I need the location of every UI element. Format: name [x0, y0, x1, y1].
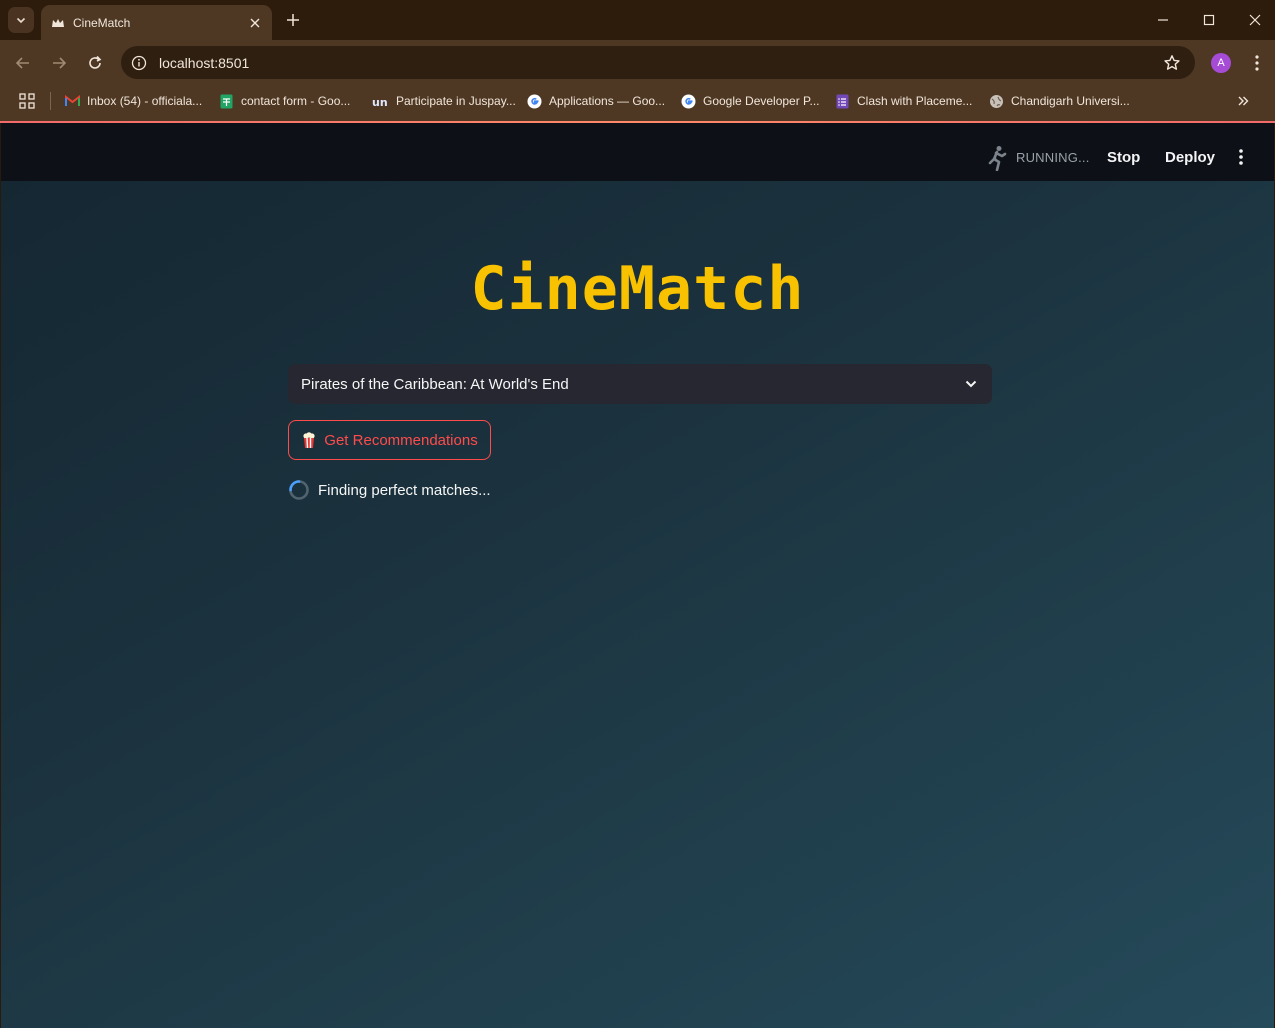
back-button[interactable]	[11, 51, 35, 75]
double-chevron-right-icon	[1238, 96, 1249, 106]
app-viewport: RUNNING... Stop Deploy CineMatch Pirates…	[1, 123, 1274, 1028]
bookmark-label: Inbox (54) - officiala...	[87, 94, 203, 108]
bookmark-chandigarh-university[interactable]: Chandigarh Universi...	[989, 91, 1130, 111]
popcorn-icon	[301, 431, 317, 449]
google-icon	[681, 94, 696, 109]
unstop-icon: un	[372, 94, 389, 109]
bookmark-label: Applications — Goo...	[549, 94, 666, 108]
stop-button[interactable]: Stop	[1107, 149, 1140, 166]
plus-icon	[287, 14, 299, 26]
forward-button[interactable]	[47, 51, 71, 75]
bookmark-label: Chandigarh Universi...	[1011, 94, 1130, 108]
movie-selectbox[interactable]: Pirates of the Caribbean: At World's End	[288, 364, 992, 404]
maximize-icon	[1203, 14, 1215, 26]
app-header: RUNNING... Stop Deploy	[1, 123, 1274, 181]
chevron-down-icon[interactable]	[963, 376, 979, 392]
more-vertical-icon	[1239, 149, 1243, 165]
browser-menu-button[interactable]	[1247, 52, 1267, 74]
svg-text:un: un	[372, 96, 388, 108]
arrow-left-icon	[15, 57, 29, 69]
google-sheets-icon	[219, 94, 234, 109]
bookmark-label: Clash with Placeme...	[857, 94, 973, 108]
address-bar[interactable]: localhost:8501	[121, 46, 1195, 79]
button-label: Get Recommendations	[324, 431, 478, 449]
loading-indicator: Finding perfect matches...	[288, 478, 491, 502]
running-status: RUNNING...	[1016, 150, 1090, 165]
bookmark-google-developer[interactable]: Google Developer P...	[681, 91, 820, 111]
browser-toolbar: localhost:8501 A	[0, 40, 1275, 85]
app-menu-button[interactable]	[1232, 147, 1250, 167]
tab-strip: CineMatch	[0, 0, 1275, 40]
bookmark-applications[interactable]: Applications — Goo...	[527, 91, 665, 111]
bookmarks-divider	[50, 92, 51, 110]
bookmark-clash-with-placement[interactable]: Clash with Placeme...	[835, 91, 972, 111]
close-window-button[interactable]	[1244, 9, 1266, 31]
bookmark-contact-form[interactable]: contact form - Goo...	[219, 91, 350, 111]
bookmark-label: Participate in Juspay...	[396, 94, 516, 108]
browser-tab[interactable]: CineMatch	[41, 5, 272, 40]
bookmark-label: Google Developer P...	[703, 94, 820, 108]
arrow-right-icon	[53, 57, 67, 69]
minimize-button[interactable]	[1152, 9, 1174, 31]
gmail-icon	[65, 94, 80, 109]
google-icon	[527, 94, 542, 109]
more-bookmarks-button[interactable]	[1233, 90, 1253, 112]
get-recommendations-button[interactable]: Get Recommendations	[288, 420, 491, 460]
profile-avatar[interactable]: A	[1211, 53, 1231, 73]
google-forms-icon	[835, 94, 850, 109]
more-vertical-icon	[1255, 55, 1259, 71]
apps-grid-icon[interactable]	[18, 92, 36, 110]
star-icon[interactable]	[1161, 52, 1183, 74]
selected-movie: Pirates of the Caribbean: At World's End	[301, 375, 569, 393]
deploy-button[interactable]: Deploy	[1165, 149, 1215, 166]
minimize-icon	[1158, 19, 1168, 21]
chevron-down-icon	[16, 17, 26, 24]
new-tab-button[interactable]	[282, 9, 304, 31]
tab-title: CineMatch	[73, 15, 131, 30]
reload-button[interactable]	[83, 51, 107, 75]
bookmark-gmail[interactable]: Inbox (54) - officiala...	[65, 91, 202, 111]
bookmark-juspay[interactable]: un Participate in Juspay...	[372, 91, 516, 111]
reload-icon	[89, 55, 102, 69]
close-icon	[1249, 14, 1261, 26]
url-text[interactable]: localhost:8501	[159, 55, 1161, 71]
bookmarks-bar: Inbox (54) - officiala... contact form -…	[0, 85, 1275, 121]
spinner-text: Finding perfect matches...	[318, 481, 491, 499]
crown-icon	[51, 16, 65, 30]
page-title: CineMatch	[470, 254, 805, 324]
bookmark-label: contact form - Goo...	[241, 94, 351, 108]
running-man-icon	[988, 146, 1007, 171]
close-icon[interactable]	[246, 14, 264, 32]
spinner-icon	[289, 480, 309, 500]
globe-icon	[989, 94, 1004, 109]
site-info-icon[interactable]	[130, 54, 148, 72]
maximize-button[interactable]	[1198, 9, 1220, 31]
tab-search-button[interactable]	[8, 7, 34, 33]
